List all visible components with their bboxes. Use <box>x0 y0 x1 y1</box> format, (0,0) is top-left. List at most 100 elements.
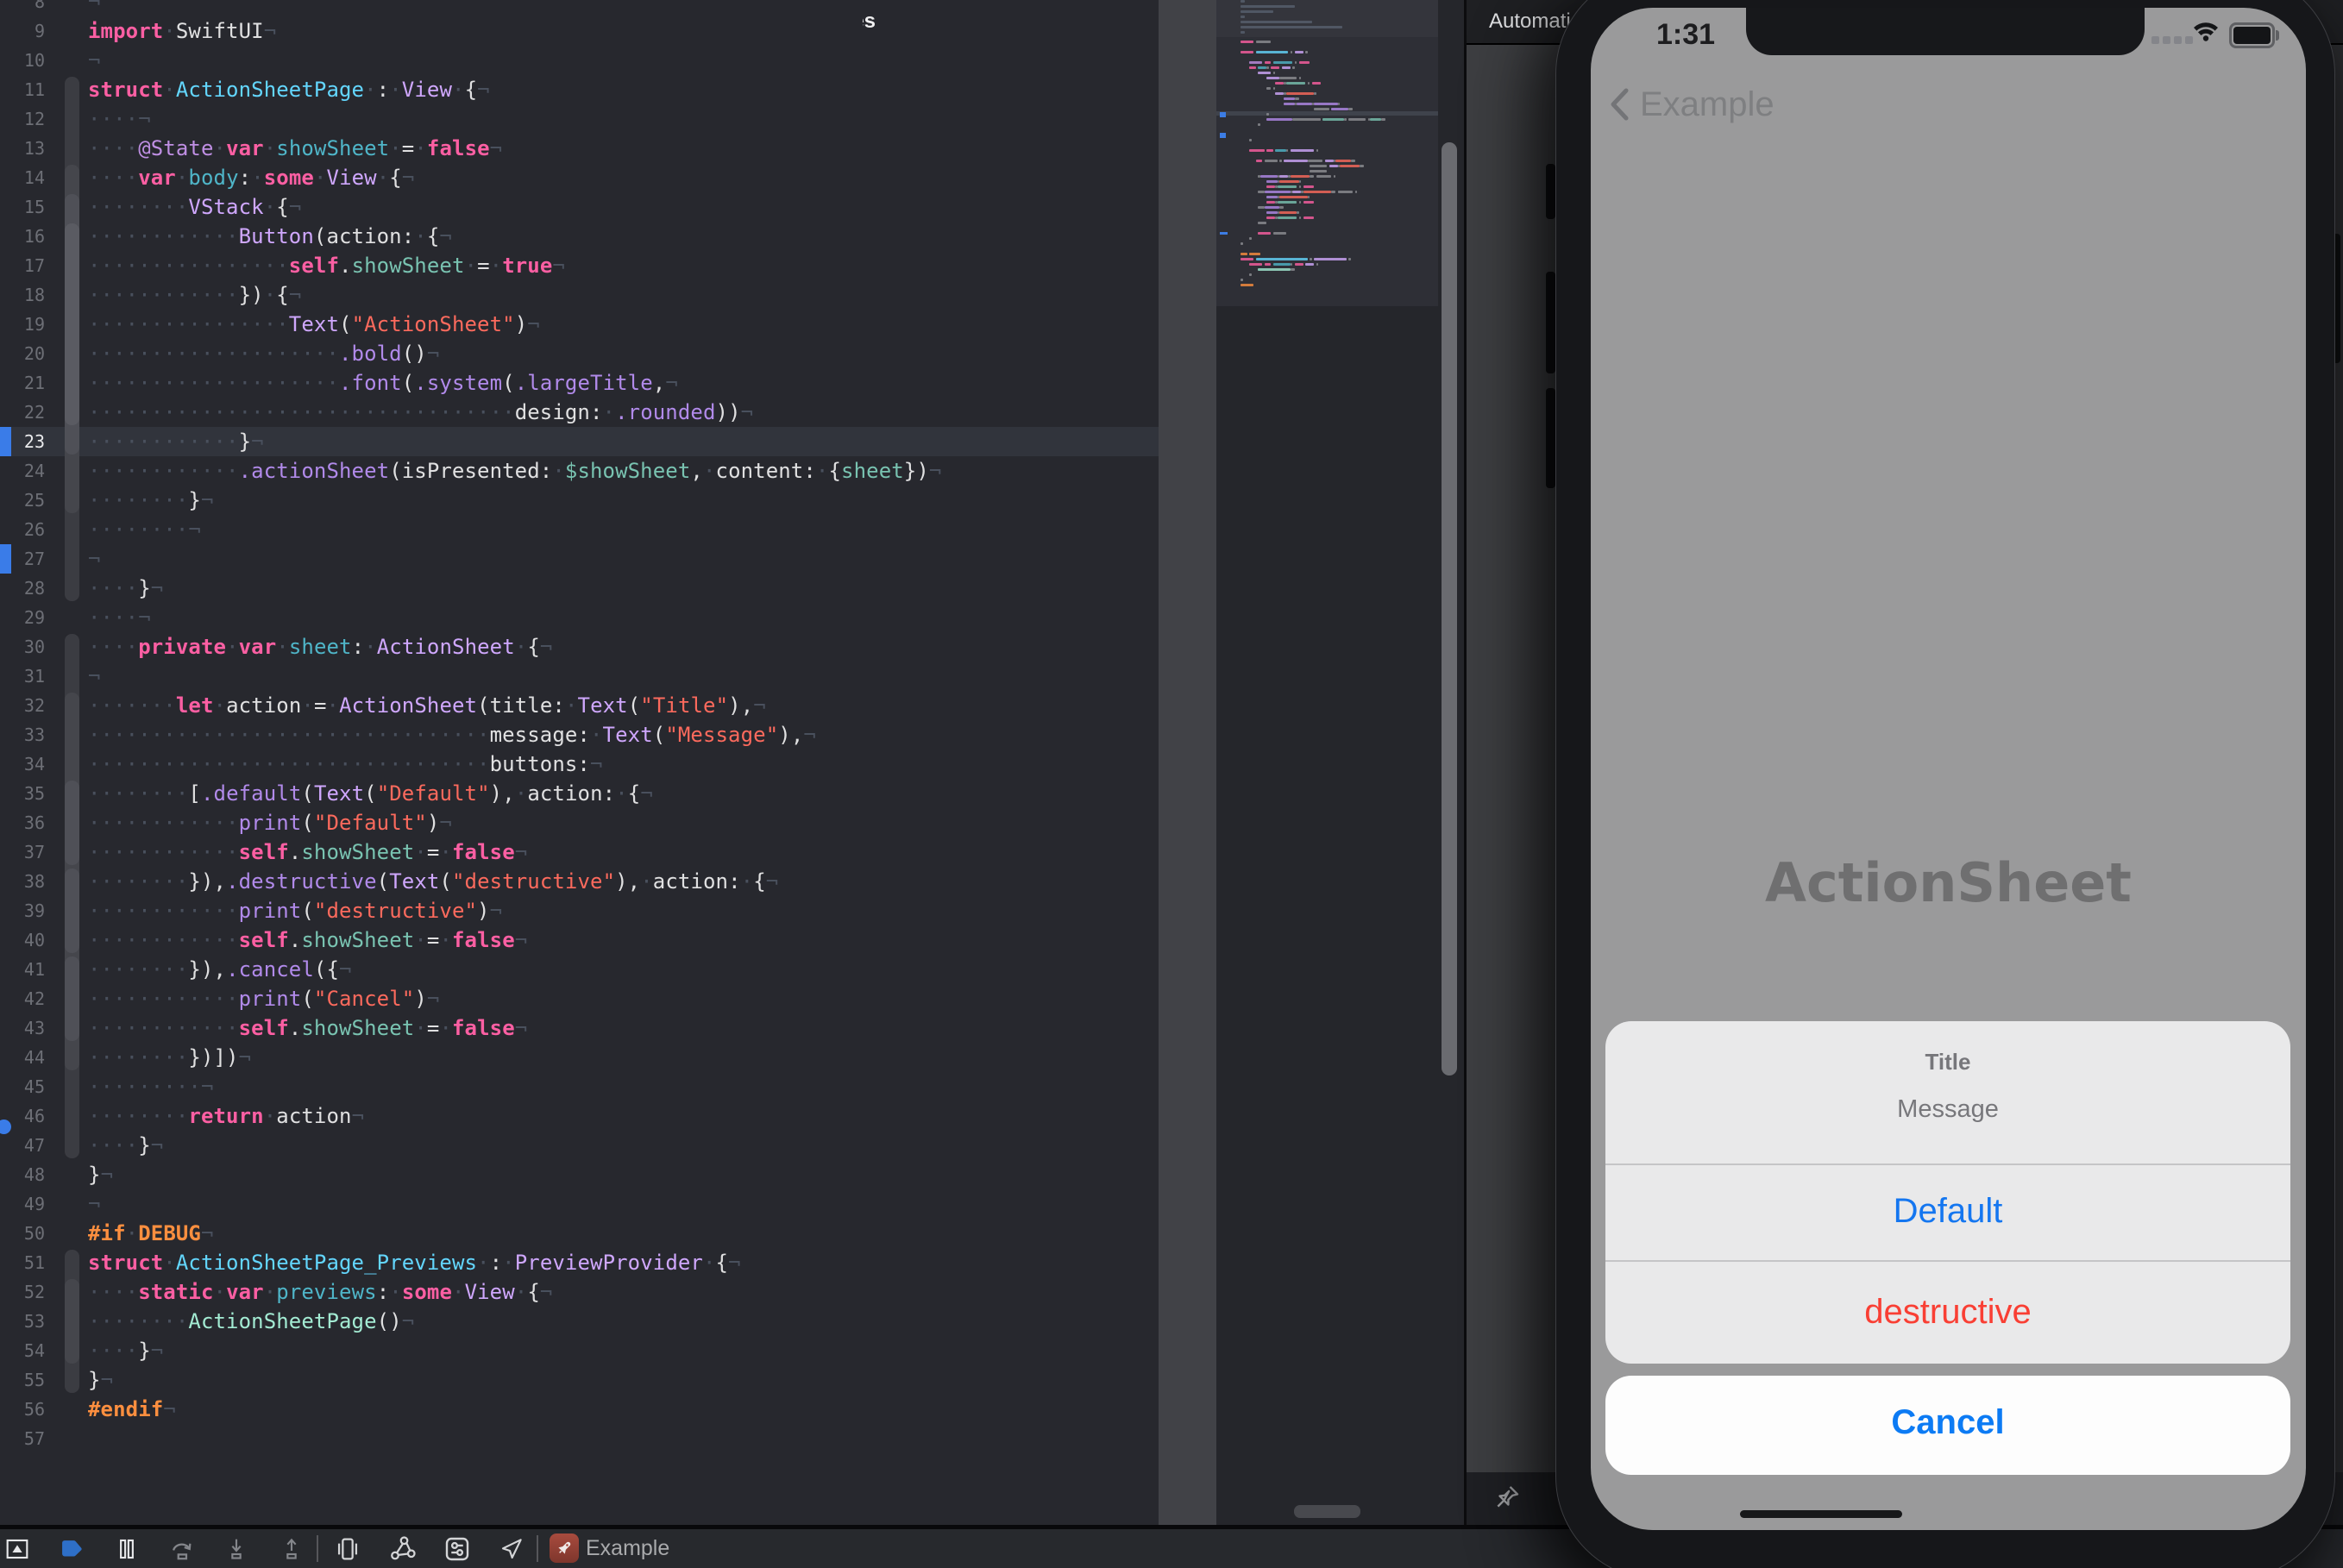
code-line[interactable]: ············Button(action:·{¬ <box>88 222 452 251</box>
cancel-button[interactable]: Cancel <box>1605 1403 2290 1442</box>
code-line[interactable]: ····private·var·sheet:·ActionSheet·{¬ <box>88 632 552 662</box>
cancel-card[interactable]: Cancel <box>1605 1376 2290 1475</box>
line-number[interactable]: 8 <box>0 0 45 16</box>
code-line[interactable]: ········}),.destructive(Text("destructiv… <box>88 867 778 896</box>
line-number[interactable]: 34 <box>0 750 45 779</box>
line-number[interactable]: 51 <box>0 1248 45 1277</box>
line-number[interactable]: 41 <box>0 955 45 984</box>
source-editor[interactable]: 8910111213141516171819202122232425262728… <box>0 0 1159 1525</box>
code-line[interactable]: ·······let·action·=·ActionSheet(title:·T… <box>88 691 766 720</box>
code-line[interactable]: ····}¬ <box>88 574 163 603</box>
code-line[interactable]: ········¬ <box>88 515 201 544</box>
code-line[interactable]: ············self.showSheet·=·false¬ <box>88 837 527 867</box>
line-number[interactable]: 11 <box>0 75 45 104</box>
code-line[interactable]: ····}¬ <box>88 1336 163 1365</box>
code-line[interactable]: ¬ <box>88 662 101 691</box>
code-line[interactable]: ········ActionSheetPage()¬ <box>88 1307 414 1336</box>
code-line[interactable]: ············print("Cancel")¬ <box>88 984 439 1013</box>
code-line[interactable]: ············}¬ <box>88 427 264 456</box>
line-number[interactable]: 33 <box>0 720 45 750</box>
line-number[interactable]: 37 <box>0 837 45 867</box>
breakpoints-toggle-icon[interactable] <box>55 1529 86 1568</box>
line-number[interactable]: 44 <box>0 1043 45 1072</box>
code-line[interactable]: ····¬ <box>88 104 151 134</box>
line-number[interactable]: 32 <box>0 691 45 720</box>
code-line[interactable]: ¬ <box>88 544 101 574</box>
code-line[interactable]: ················Text("ActionSheet")¬ <box>88 310 540 339</box>
line-number[interactable]: 22 <box>0 398 45 427</box>
view-debugger-icon[interactable] <box>331 1529 364 1568</box>
pin-icon[interactable] <box>1492 1483 1522 1512</box>
line-number[interactable]: 49 <box>0 1189 45 1219</box>
code-line[interactable]: ····················.bold()¬ <box>88 339 439 368</box>
code-line[interactable]: ········}),.cancel({¬ <box>88 955 352 984</box>
editor-only-icon[interactable] <box>2 1529 33 1568</box>
line-number[interactable]: 48 <box>0 1160 45 1189</box>
line-number[interactable]: 39 <box>0 896 45 925</box>
code-line[interactable]: }¬ <box>88 1365 113 1395</box>
line-number[interactable]: 12 <box>0 104 45 134</box>
scheme-label[interactable]: Example <box>586 1529 669 1568</box>
line-number[interactable]: 29 <box>0 603 45 632</box>
code-line[interactable]: ····var·body:·some·View·{¬ <box>88 163 414 192</box>
code-line[interactable]: ¬ <box>88 46 101 75</box>
code-line[interactable]: }¬ <box>88 1160 113 1189</box>
code-line[interactable]: ············self.showSheet·=·false¬ <box>88 925 527 955</box>
code-line[interactable]: ································buttons:… <box>88 750 603 779</box>
minimap[interactable] <box>1216 0 1464 1525</box>
code-line[interactable]: ········})])¬ <box>88 1043 251 1072</box>
code-line[interactable]: ····@State·var·showSheet·=·false¬ <box>88 134 502 163</box>
iphone-screen[interactable]: 1:31 Example ActionSheet Title Message D… <box>1591 8 2306 1530</box>
step-over-icon[interactable] <box>166 1529 198 1568</box>
code-line[interactable]: ········VStack·{¬ <box>88 192 301 222</box>
line-number[interactable]: 40 <box>0 925 45 955</box>
line-number[interactable]: 53 <box>0 1307 45 1336</box>
code-line[interactable]: ¬ <box>88 1189 101 1219</box>
code-line[interactable]: import·SwiftUI¬ <box>88 16 276 46</box>
code-line[interactable]: ¬ <box>88 0 101 16</box>
line-number[interactable]: 35 <box>0 779 45 808</box>
line-number[interactable]: 54 <box>0 1336 45 1365</box>
line-number[interactable]: 25 <box>0 486 45 515</box>
line-number[interactable]: 36 <box>0 808 45 837</box>
code-line[interactable]: ············self.showSheet·=·false¬ <box>88 1013 527 1043</box>
resume-button[interactable]: Resume <box>863 9 876 35</box>
line-number[interactable]: 47 <box>0 1131 45 1160</box>
code-line[interactable]: ············print("Default")¬ <box>88 808 452 837</box>
vertical-scrollbar[interactable] <box>1442 142 1457 1076</box>
line-number[interactable]: 26 <box>0 515 45 544</box>
line-number[interactable]: 16 <box>0 222 45 251</box>
line-number[interactable]: 10 <box>0 46 45 75</box>
step-out-icon[interactable] <box>276 1529 307 1568</box>
line-number[interactable]: 38 <box>0 867 45 896</box>
home-indicator[interactable] <box>1740 1510 1902 1518</box>
code-line[interactable]: ············print("destructive")¬ <box>88 896 502 925</box>
code-line[interactable]: struct·ActionSheetPage_Previews·:·Previe… <box>88 1248 741 1277</box>
line-number[interactable]: 45 <box>0 1072 45 1101</box>
code-line[interactable]: ········return·action¬ <box>88 1101 364 1131</box>
line-number[interactable]: 24 <box>0 456 45 486</box>
back-button-label[interactable]: Example <box>1640 85 1775 124</box>
code-line[interactable]: ····}¬ <box>88 1131 163 1160</box>
memory-graph-icon[interactable] <box>386 1529 419 1568</box>
destructive-button[interactable]: destructive <box>1605 1293 2290 1332</box>
code-line[interactable]: struct·ActionSheetPage·:·View·{¬ <box>88 75 490 104</box>
line-number[interactable]: 55 <box>0 1365 45 1395</box>
line-number[interactable]: 42 <box>0 984 45 1013</box>
line-number[interactable]: 15 <box>0 192 45 222</box>
code-line[interactable]: ·········¬ <box>88 1072 214 1101</box>
line-number[interactable]: 31 <box>0 662 45 691</box>
code-line[interactable]: ········[.default(Text("Default"),·actio… <box>88 779 653 808</box>
code-line[interactable]: ··································design… <box>88 398 753 427</box>
code-line[interactable]: ············})·{¬ <box>88 280 301 310</box>
line-number[interactable]: 20 <box>0 339 45 368</box>
line-number[interactable]: 52 <box>0 1277 45 1307</box>
app-rocket-icon[interactable] <box>550 1534 579 1563</box>
simulate-location-icon[interactable] <box>496 1529 527 1568</box>
code-line[interactable]: ····static·var·previews:·some·View·{¬ <box>88 1277 552 1307</box>
code-line[interactable]: ····¬ <box>88 603 151 632</box>
line-number[interactable]: 13 <box>0 134 45 163</box>
code-line[interactable]: #if·DEBUG¬ <box>88 1219 214 1248</box>
line-number[interactable]: 28 <box>0 574 45 603</box>
pause-icon[interactable] <box>112 1529 141 1568</box>
